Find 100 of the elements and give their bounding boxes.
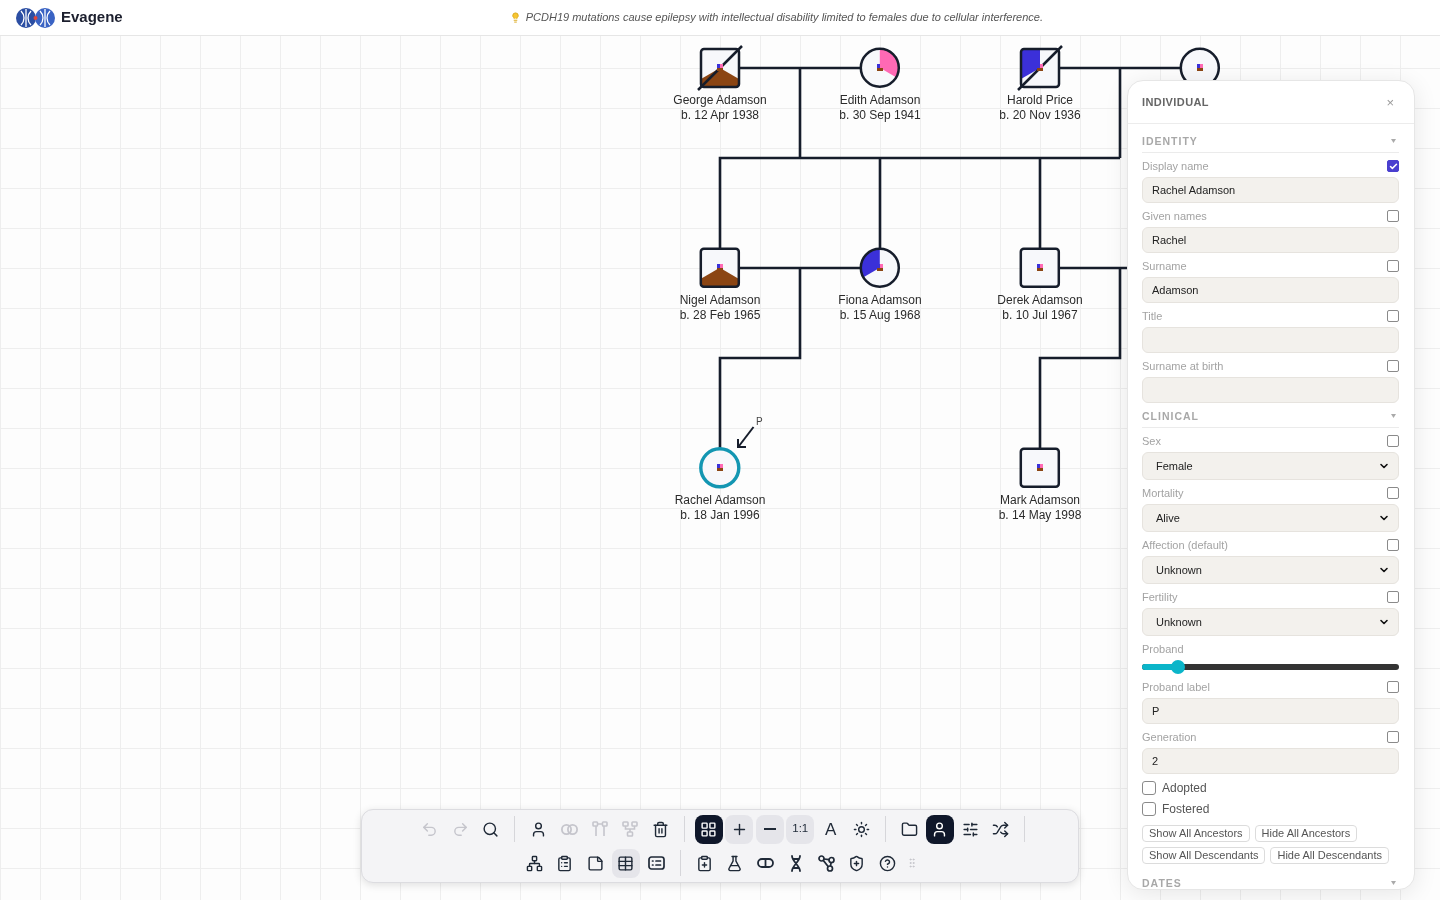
checkbox[interactable] [1142, 781, 1156, 795]
text-field[interactable]: P [1142, 698, 1399, 724]
proband-label: P [756, 416, 763, 428]
undo-icon [421, 820, 439, 838]
person-name: Edith Adamson [839, 92, 921, 108]
circle-symbol[interactable] [859, 47, 901, 89]
logo-icon [16, 7, 55, 28]
proband-slider[interactable] [1142, 660, 1399, 674]
nodes-icon [817, 854, 835, 872]
checkbox[interactable] [1387, 591, 1399, 603]
panel-button[interactable]: Hide All Descendants [1270, 847, 1389, 864]
circle-symbol[interactable] [1179, 47, 1221, 80]
color-key-icon [1037, 64, 1043, 71]
checkbox[interactable] [1387, 260, 1399, 272]
checkbox[interactable] [1387, 681, 1399, 693]
dropdown[interactable]: Female [1142, 452, 1399, 480]
birth-date: b. 28 Feb 1965 [679, 307, 761, 323]
field-label: Fertility [1142, 590, 1178, 604]
birth-date: b. 10 Jul 1967 [1002, 307, 1078, 323]
color-key-icon [1037, 264, 1043, 271]
field-label: Sex [1142, 434, 1161, 448]
person-name: Derek Adamson [997, 292, 1083, 308]
help-icon [878, 854, 896, 872]
color-key-icon [1037, 464, 1043, 471]
circle-symbol[interactable] [859, 247, 901, 289]
section-title: DATES [1142, 876, 1182, 889]
field-label: Generation [1142, 730, 1197, 744]
color-key-icon [717, 464, 723, 471]
text-field[interactable] [1142, 377, 1399, 403]
table-button[interactable] [611, 848, 640, 878]
clipboard-plus-icon [695, 854, 713, 872]
panel-title: INDIVIDUAL [1142, 94, 1209, 110]
birth-date: b. 12 Apr 1938 [680, 107, 760, 123]
section-title: CLINICAL [1142, 409, 1199, 423]
square-symbol[interactable] [697, 45, 743, 91]
family-tree-icon [622, 821, 639, 837]
trash-icon [652, 820, 670, 838]
checkbox[interactable] [1387, 310, 1399, 322]
plus-button[interactable] [725, 814, 754, 844]
section-title: IDENTITY [1142, 134, 1198, 148]
shield-icon [848, 854, 866, 872]
checkbox[interactable] [1387, 539, 1399, 551]
grid-icon [700, 820, 718, 838]
person-name: Rachel Adamson [674, 492, 766, 508]
text-field[interactable]: Rachel Adamson [1142, 177, 1399, 203]
panel-button[interactable]: Show All Descendants [1142, 847, 1266, 864]
slider-track[interactable] [1142, 664, 1399, 670]
font-button[interactable]: A [816, 814, 845, 844]
square-symbol[interactable] [1019, 447, 1061, 489]
text-field[interactable]: 2 [1142, 748, 1399, 774]
checkbox[interactable] [1387, 160, 1399, 172]
text-field[interactable]: Adamson [1142, 277, 1399, 303]
sliders-icon [961, 820, 979, 838]
color-key-icon [717, 264, 723, 271]
app-name: Evagene [61, 7, 123, 28]
person-name: Fiona Adamson [838, 292, 922, 308]
grid-button[interactable] [694, 814, 723, 844]
person-name: George Adamson [673, 92, 767, 108]
minus-icon [763, 828, 776, 830]
person-button[interactable] [925, 814, 954, 844]
dropdown[interactable]: Unknown [1142, 556, 1399, 584]
square-symbol[interactable] [1019, 247, 1061, 289]
color-key-icon [877, 64, 883, 71]
square-symbol[interactable] [699, 247, 741, 289]
flask-icon [726, 854, 744, 872]
field-label: Proband label [1142, 680, 1210, 694]
birth-date: b. 18 Jan 1996 [680, 507, 760, 523]
checkbox[interactable] [1387, 435, 1399, 447]
checkmark-icon [1388, 161, 1398, 171]
zoom-reset-button[interactable]: 1:1 [786, 814, 815, 844]
panel-button[interactable]: Show All Ancestors [1142, 825, 1250, 842]
checkbox[interactable] [1387, 210, 1399, 222]
birth-date: b. 30 Sep 1941 [839, 107, 921, 123]
text-field[interactable]: Rachel [1142, 227, 1399, 253]
dna-icon [789, 854, 802, 872]
checkbox[interactable] [1387, 487, 1399, 499]
field-label: Given names [1142, 209, 1207, 223]
checkbox[interactable] [1387, 360, 1399, 372]
checkbox-label: Adopted [1162, 781, 1207, 795]
checkbox[interactable] [1142, 802, 1156, 816]
color-key-icon [717, 64, 723, 71]
panel-button[interactable]: Hide All Ancestors [1254, 825, 1358, 842]
lightbulb-icon [509, 12, 521, 23]
minus-button[interactable] [755, 814, 784, 844]
clipboard-icon [556, 854, 574, 872]
dropdown[interactable]: Alive [1142, 504, 1399, 532]
person-name: Nigel Adamson [679, 292, 761, 308]
proband-arrow [736, 426, 755, 449]
search-icon [482, 820, 500, 838]
checkbox[interactable] [1387, 731, 1399, 743]
field-label: Proband [1142, 642, 1184, 656]
text-field[interactable] [1142, 327, 1399, 353]
redo-icon [451, 820, 469, 838]
dropdown[interactable]: Unknown [1142, 608, 1399, 636]
square-symbol[interactable] [1017, 45, 1063, 91]
parents-icon [591, 821, 608, 837]
field-label: Affection (default) [1142, 538, 1228, 552]
hierarchy-icon [525, 854, 543, 872]
field-label: Title [1142, 309, 1163, 323]
slider-thumb[interactable] [1170, 660, 1185, 674]
